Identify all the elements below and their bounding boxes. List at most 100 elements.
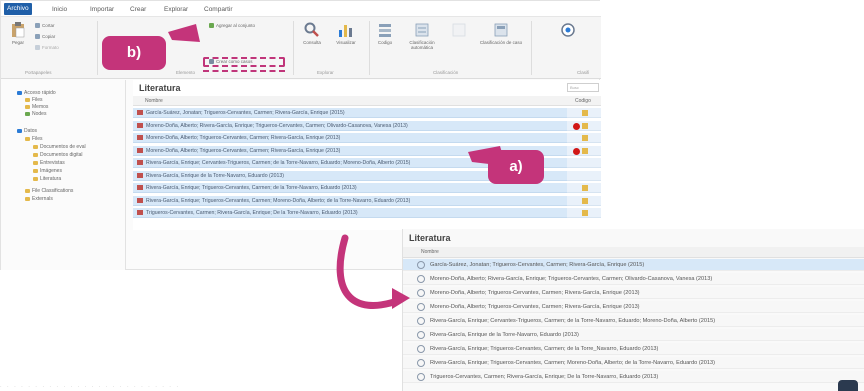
nav-item[interactable]: Documentos de eval: [33, 144, 86, 151]
auto-code-icon: [415, 23, 429, 37]
table-row[interactable]: Rivera-García, Enrique; Trigueros-Cervan…: [133, 183, 567, 193]
visualize-button[interactable]: Visualizar: [331, 22, 361, 45]
nav-item[interactable]: Datos: [17, 128, 37, 135]
zoom-table-row[interactable]: Rivera-García, Enrique; Trigueros-Cervan…: [403, 357, 864, 369]
format-button[interactable]: Formato: [35, 45, 59, 51]
zoom-table-row[interactable]: Moreno-Doña, Alberto; Trigueros-Cervante…: [403, 287, 864, 299]
column-header-name[interactable]: Nombre: [145, 96, 163, 106]
case-classification-2-button[interactable]: [541, 22, 595, 40]
red-status-icon: [573, 147, 580, 155]
search-input[interactable]: Busc: [567, 83, 599, 92]
zoom-table-row[interactable]: Trigueros-Cervantes, Carmen; Rivera-Garc…: [403, 371, 864, 383]
nav-item[interactable]: Files: [25, 136, 43, 143]
folder-icon: [25, 97, 30, 102]
nav-item[interactable]: Literatura: [33, 176, 61, 183]
zoom-row-name: Moreno-Doña, Alberto; Trigueros-Cervante…: [430, 304, 640, 310]
row-indicators: [567, 208, 601, 218]
case-globe-icon: [417, 260, 425, 269]
annotation-label-b: b): [102, 36, 166, 70]
folder-icon: [25, 111, 30, 116]
cut-button[interactable]: Cortar: [35, 23, 55, 29]
bottom-edge-text: · · · · · · · · · · · · · · · · · · · · …: [0, 384, 181, 390]
row-name: Rivera-García, Enrique de la Torre-Navar…: [146, 172, 285, 179]
highlight-underline: [203, 70, 285, 72]
nav-item-label: Externals: [32, 196, 53, 202]
copy-button[interactable]: Copiar: [35, 34, 55, 40]
ribbon-separator: [531, 21, 532, 75]
bar-chart-icon: [339, 25, 352, 37]
nav-item[interactable]: Acceso rápido: [17, 90, 56, 97]
case-globe-icon: [417, 372, 425, 381]
case-globe-icon: [417, 330, 425, 339]
pdf-document-icon: [137, 135, 143, 141]
folder-icon: [17, 128, 22, 133]
folder-icon: [33, 160, 38, 165]
table-row[interactable]: Rivera-García, Enrique; Trigueros-Cervan…: [133, 195, 567, 206]
pdf-document-icon: [137, 172, 143, 178]
zoom-column-header-name[interactable]: Nombre: [421, 247, 439, 258]
table-row[interactable]: Trigueros-Cervantes, Carmen; Rivera-Garc…: [133, 208, 567, 218]
menu-tab-archivo[interactable]: Archivo: [4, 3, 32, 15]
nav-item-label: Datos: [24, 128, 38, 134]
code-marker-icon: [582, 210, 588, 216]
nav-item[interactable]: Files: [25, 97, 43, 104]
row-name: Moreno-Doña, Alberto; Rivera-García, Enr…: [146, 122, 408, 129]
case-classification-button[interactable]: Clasificación de caso: [477, 22, 525, 45]
paste-button[interactable]: Pegar: [7, 22, 29, 45]
add-to-set-button[interactable]: Agregar al conjunto: [209, 23, 255, 29]
table-row[interactable]: García-Suárez, Jonatan; Trigueros-Cervan…: [133, 108, 567, 118]
zoom-row-name: Moreno-Doña, Alberto; Trigueros-Cervante…: [430, 290, 640, 296]
list-header: Nombre Codigo: [133, 96, 601, 106]
nav-item[interactable]: Memos: [25, 104, 48, 111]
uncode-button[interactable]: [447, 22, 471, 40]
code-marker-icon: [582, 122, 588, 129]
case-classification-label: Clasificación de caso: [479, 40, 523, 45]
nav-item[interactable]: Nodes: [25, 111, 46, 118]
zoom-table-row[interactable]: García-Suárez, Jonatan; Trigueros-Cervan…: [403, 259, 864, 271]
zoom-table-row[interactable]: Rivera-García, Enrique; Trigueros-Cervan…: [403, 343, 864, 355]
code-stripes-icon: [379, 24, 391, 37]
menu-tab-inicio[interactable]: Inicio: [49, 4, 70, 15]
column-header-code[interactable]: Codigo: [575, 96, 591, 106]
menu-tab-compartir[interactable]: Compartir: [201, 4, 236, 15]
case-globe-icon: [417, 302, 425, 311]
nav-item-label: Files: [32, 136, 43, 142]
ribbon-separator: [293, 21, 294, 75]
pdf-document-icon: [137, 122, 143, 128]
table-row[interactable]: Moreno-Doña, Alberto; Rivera-García, Enr…: [133, 120, 567, 131]
zoomed-list-panel: Literatura Nombre García-Suárez, Jonatan…: [402, 229, 864, 391]
nav-item[interactable]: Externals: [25, 196, 53, 203]
zoom-table-row[interactable]: Moreno-Doña, Alberto; Trigueros-Cervante…: [403, 301, 864, 313]
code-marker-icon: [582, 185, 588, 191]
visualize-label: Visualizar: [336, 40, 356, 45]
pdf-document-icon: [137, 110, 143, 116]
zoom-table-row[interactable]: Moreno-Doña, Alberto; Rivera-García, Enr…: [403, 273, 864, 285]
menu-tab-explorar[interactable]: Explorar: [161, 4, 191, 15]
ribbon-separator: [369, 21, 370, 75]
nav-item-label: File Classifications: [32, 188, 74, 194]
auto-classification-button[interactable]: Clasificación automática: [401, 22, 443, 50]
magnifier-icon: [304, 22, 319, 37]
query-button[interactable]: Consulta: [299, 22, 325, 45]
globe-class-icon: [561, 23, 575, 37]
zoom-table-row[interactable]: Rivera-García, Enrique; Cervantes-Trigue…: [403, 315, 864, 327]
table-row[interactable]: Moreno-Doña, Alberto; Trigueros-Cervante…: [133, 133, 567, 143]
code-marker-icon: [582, 197, 588, 204]
uncode-icon: [452, 23, 466, 37]
nav-item[interactable]: Documentos digital: [33, 152, 83, 159]
menu-tab-crear[interactable]: Crear: [127, 4, 149, 15]
code-button[interactable]: Codigo: [373, 22, 397, 45]
zoom-table-row[interactable]: Rivera-García, Enrique de la Torre-Navar…: [403, 329, 864, 341]
row-name: Rivera-García, Enrique; Trigueros-Cervan…: [146, 185, 357, 191]
nav-item-label: Documentos digital: [40, 152, 83, 158]
red-status-icon: [573, 122, 580, 130]
list-title: Literatura: [139, 83, 181, 93]
zoom-row-name: Rivera-García, Enrique; Trigueros-Cervan…: [430, 346, 659, 352]
nav-item[interactable]: Imágenes: [33, 168, 62, 175]
nav-item[interactable]: Entrevistas: [33, 160, 65, 167]
nav-item[interactable]: File Classifications: [25, 188, 73, 195]
menu-tab-importar[interactable]: Importar: [87, 4, 117, 15]
row-indicators: [567, 145, 601, 156]
case-class-icon: [494, 23, 508, 37]
zoom-row-name: Rivera-García, Enrique; Trigueros-Cervan…: [430, 360, 715, 366]
